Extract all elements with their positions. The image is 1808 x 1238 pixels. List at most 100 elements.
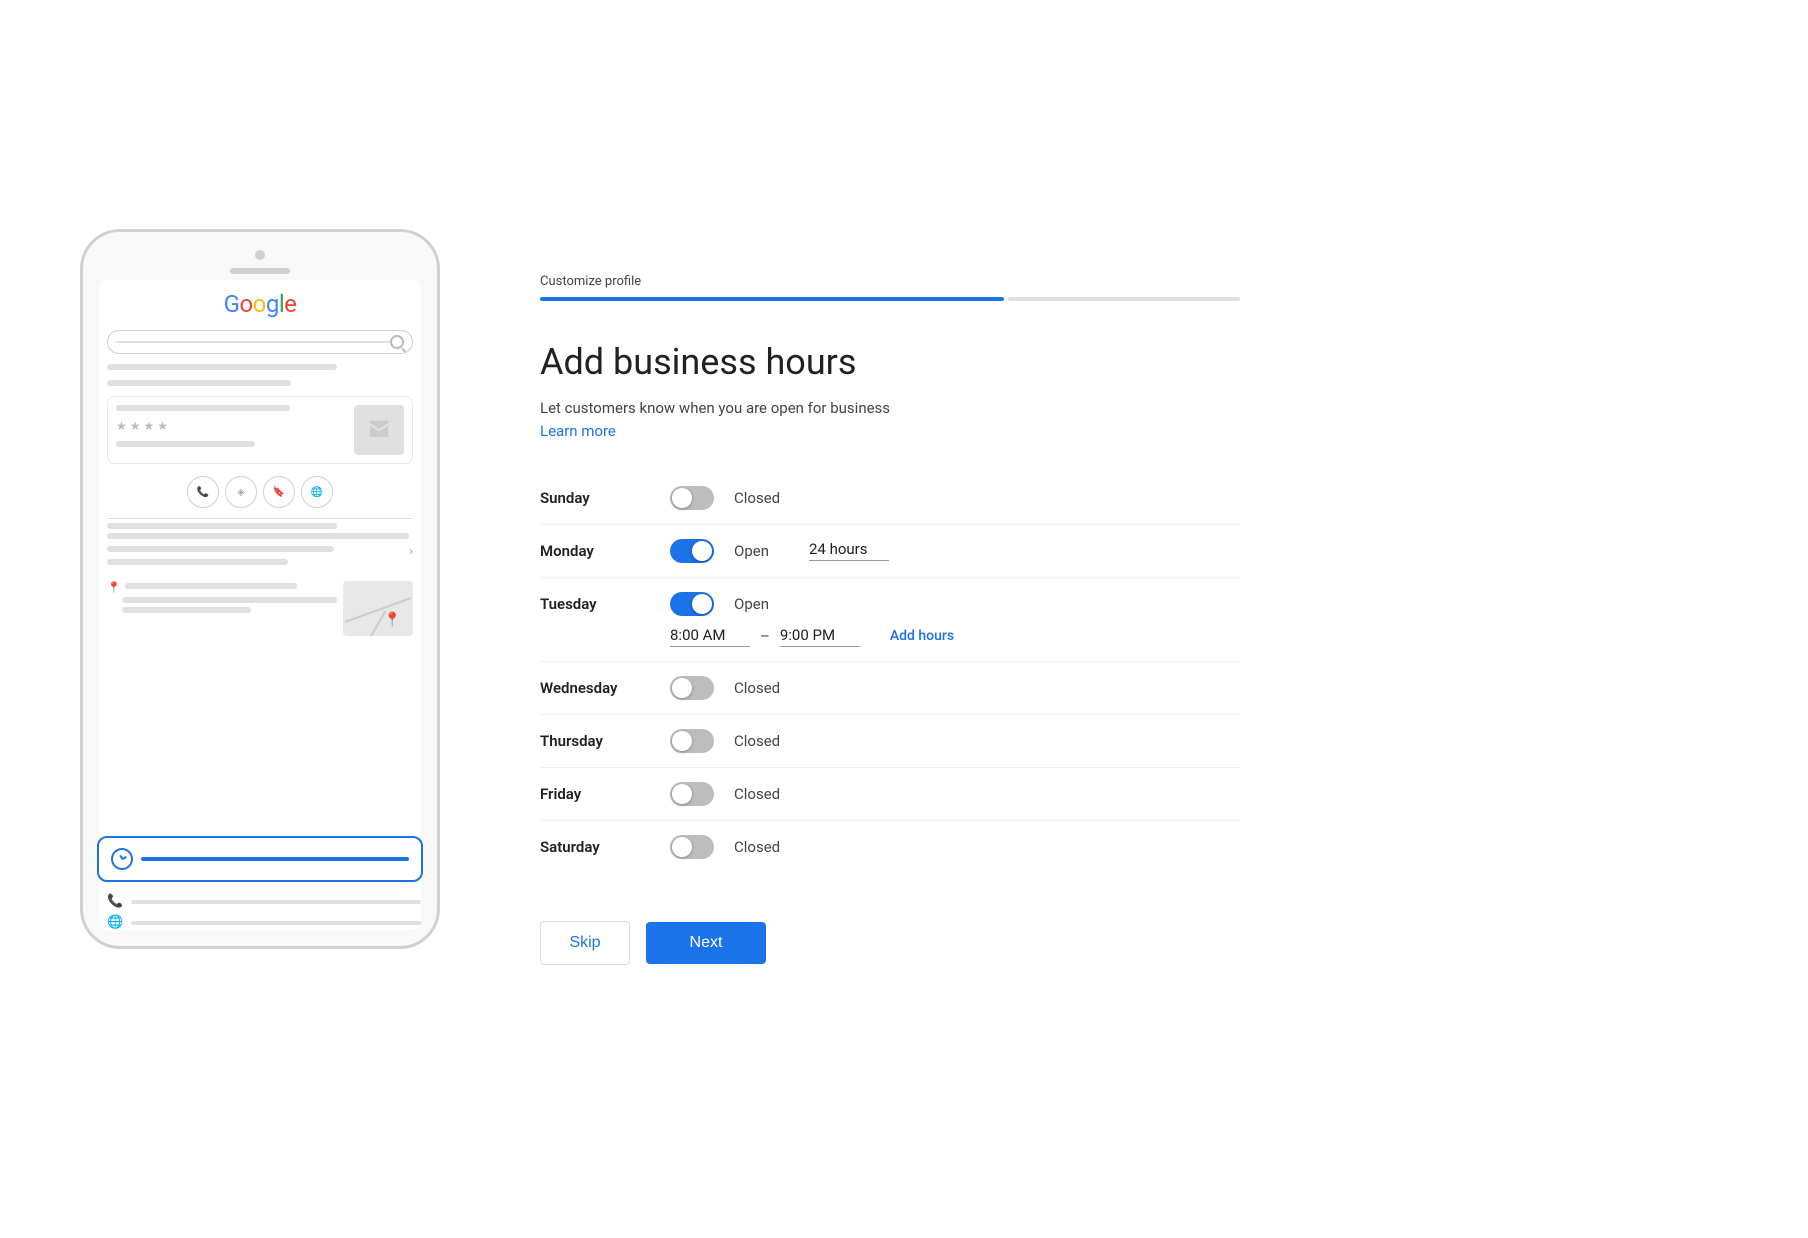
day-row-monday: Monday Open 24 hours [540, 525, 1240, 578]
wednesday-toggle-knob [672, 678, 692, 698]
sunday-toggle-knob [672, 488, 692, 508]
day-name-saturday: Saturday [540, 838, 650, 856]
google-logo: Google [107, 290, 413, 318]
phone-bottom-line-2 [131, 921, 421, 925]
phone-outer: Google ★ [80, 229, 440, 949]
wednesday-toggle[interactable] [670, 676, 714, 700]
phone-chevron-icon: › [409, 544, 413, 558]
day-row-friday: Friday Closed [540, 768, 1240, 821]
saturday-status: Closed [734, 838, 789, 856]
phone-stars-row: ★ ★ ★ ★ [116, 419, 348, 433]
phone-map-pin-icon: 📍 [384, 612, 401, 628]
phone-map-address-1 [125, 583, 298, 589]
phone-gray-line-2 [107, 380, 291, 386]
phone-map-left: 📍 [107, 581, 337, 636]
day-name-tuesday: Tuesday [540, 595, 650, 613]
star-2: ★ [130, 419, 141, 433]
saturday-toggle-container [670, 835, 714, 859]
progress-bar-container [540, 297, 1240, 301]
phone-store-icon [354, 405, 404, 455]
clock-minute-hand [122, 856, 127, 860]
tuesday-status: Open [734, 595, 789, 613]
monday-hours-detail: 24 hours [809, 540, 1240, 561]
phone-more-line-4 [107, 559, 288, 565]
progress-bar-fill [540, 297, 1004, 301]
phone-direction-icon: ◈ [225, 476, 257, 508]
monday-toggle[interactable] [670, 539, 714, 563]
phone-more-line-2 [107, 533, 409, 539]
sunday-status: Closed [734, 489, 789, 507]
learn-more-link[interactable]: Learn more [540, 422, 616, 440]
phone-call-icon: 📞 [187, 476, 219, 508]
day-row-tuesday: Tuesday Open 8:00 AM – 9:00 PM Add hours [540, 578, 1240, 662]
star-4: ★ [157, 419, 168, 433]
phone-save-icon: 🔖 [263, 476, 295, 508]
monday-status: Open [734, 542, 789, 560]
monday-hours-value: 24 hours [809, 540, 889, 561]
phone-screen: Google ★ [99, 280, 421, 930]
phone-more-line-3 [107, 546, 334, 552]
tuesday-add-hours-link[interactable]: Add hours [890, 628, 954, 644]
phone-icons-row: 📞 ◈ 🔖 🌐 [107, 476, 413, 508]
right-panel: Customize profile Add business hours Let… [540, 234, 1240, 1005]
friday-toggle-knob [672, 784, 692, 804]
saturday-toggle[interactable] [670, 835, 714, 859]
skip-button[interactable]: Skip [540, 921, 630, 965]
footer-buttons: Skip Next [540, 921, 1240, 965]
day-row-sunday: Sunday Closed [540, 472, 1240, 525]
day-name-thursday: Thursday [540, 732, 650, 750]
progress-bar-empty [1008, 297, 1240, 301]
tuesday-top-row: Tuesday Open [540, 592, 1240, 616]
next-button[interactable]: Next [646, 922, 766, 964]
friday-toggle[interactable] [670, 782, 714, 806]
day-row-saturday: Saturday Closed [540, 821, 1240, 873]
phone-clock-icon [111, 848, 133, 870]
phone-highlight-card [97, 836, 423, 882]
friday-status: Closed [734, 785, 789, 803]
phone-more-line-1 [107, 523, 337, 529]
phone-name-line [116, 405, 290, 411]
phone-bottom-line-1 [131, 900, 421, 904]
day-name-wednesday: Wednesday [540, 679, 650, 697]
phone-web-icon: 🌐 [107, 915, 123, 930]
phone-gray-line-1 [107, 364, 337, 370]
page-container: Google ★ [0, 0, 1808, 1238]
phone-hours-bar [141, 857, 409, 861]
thursday-toggle[interactable] [670, 729, 714, 753]
progress-section: Customize profile [540, 274, 1240, 301]
phone-bottom-items: 📞 🌐 [107, 894, 421, 930]
tuesday-toggle[interactable] [670, 592, 714, 616]
day-name-monday: Monday [540, 542, 650, 560]
phone-more-section: › [107, 518, 413, 573]
thursday-toggle-knob [672, 731, 692, 751]
phone-search-bar [107, 330, 413, 354]
day-name-sunday: Sunday [540, 489, 650, 507]
phone-speaker [230, 268, 290, 274]
phone-listing-left: ★ ★ ★ ★ [116, 405, 348, 455]
page-subtitle: Let customers know when you are open for… [540, 399, 1240, 417]
phone-listing-card: ★ ★ ★ ★ [107, 396, 413, 464]
tuesday-toggle-knob [692, 594, 712, 614]
phone-share-icon: 🌐 [301, 476, 333, 508]
progress-label: Customize profile [540, 274, 1240, 289]
phone-bottom-row-2: 🌐 [107, 915, 421, 930]
phone-phone-icon: 📞 [107, 894, 123, 909]
page-title: Add business hours [540, 341, 1240, 383]
phone-map-thumbnail: 📍 [343, 581, 413, 636]
tuesday-to[interactable]: 9:00 PM [780, 626, 860, 647]
star-1: ★ [116, 419, 127, 433]
phone-map-address-2 [122, 597, 337, 603]
phone-map-address-3 [122, 607, 251, 613]
tuesday-from[interactable]: 8:00 AM [670, 626, 750, 647]
sunday-toggle[interactable] [670, 486, 714, 510]
phone-search-line [116, 341, 390, 343]
sunday-toggle-container [670, 486, 714, 510]
day-row-thursday: Thursday Closed [540, 715, 1240, 768]
phone-bottom-row-1: 📞 [107, 894, 421, 909]
phone-camera [255, 250, 265, 260]
phone-listing-row: ★ ★ ★ ★ [116, 405, 404, 455]
hours-form: Sunday Closed Monday Open 24 [540, 472, 1240, 873]
tuesday-separator: – [760, 627, 770, 645]
thursday-status: Closed [734, 732, 789, 750]
monday-toggle-knob [692, 541, 712, 561]
